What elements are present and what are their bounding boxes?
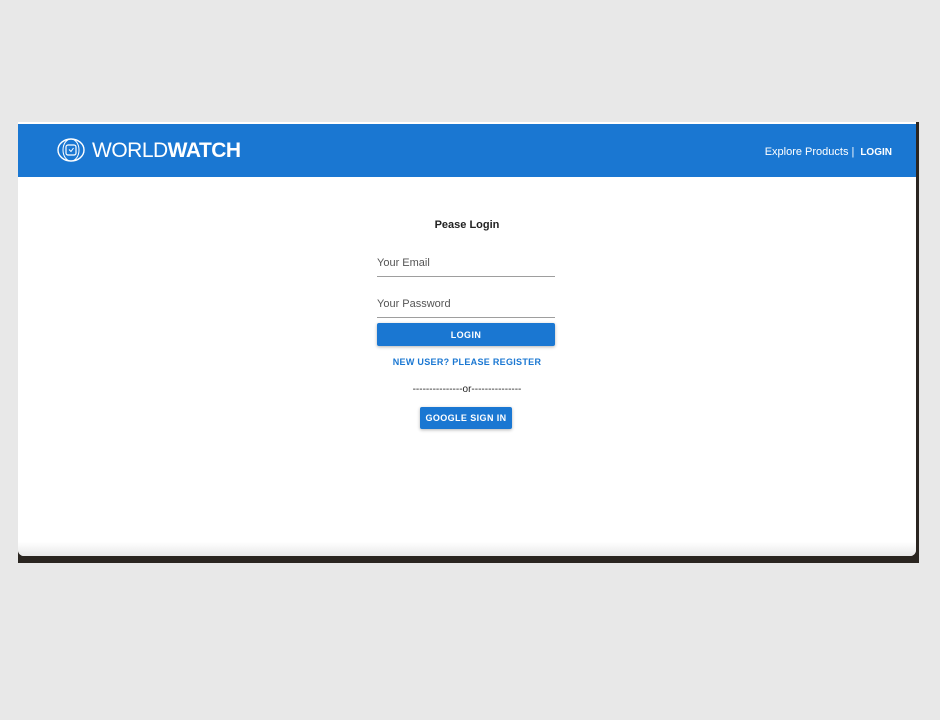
- password-field[interactable]: [377, 294, 555, 318]
- browser-window: WORLDWATCH Explore Products | LOGIN Peas…: [18, 122, 916, 556]
- brand-logo[interactable]: WORLDWATCH: [56, 136, 241, 164]
- email-field[interactable]: [377, 253, 555, 277]
- watch-globe-icon: [56, 137, 86, 163]
- brand-name: WORLDWATCH: [92, 140, 241, 161]
- brand-name-part-world: WORLD: [92, 138, 168, 162]
- nav-explore-products[interactable]: Explore Products: [765, 146, 849, 158]
- login-title: Pease Login: [434, 219, 500, 231]
- brand-name-part-watch: WATCH: [167, 138, 241, 162]
- header-nav: Explore Products | LOGIN: [765, 146, 892, 158]
- nav-login[interactable]: LOGIN: [860, 147, 892, 158]
- google-sign-in-button[interactable]: GOOGLE SIGN IN: [420, 407, 512, 429]
- nav-separator: |: [851, 146, 855, 158]
- or-divider: ---------------or---------------: [412, 384, 522, 395]
- login-button[interactable]: LOGIN: [377, 323, 555, 346]
- window-bottom-edge: [18, 542, 916, 556]
- register-link[interactable]: NEW USER? PLEASE REGISTER: [18, 357, 916, 367]
- top-app-bar: WORLDWATCH Explore Products | LOGIN: [18, 124, 916, 177]
- screen-frame: WORLDWATCH Explore Products | LOGIN Peas…: [18, 122, 919, 563]
